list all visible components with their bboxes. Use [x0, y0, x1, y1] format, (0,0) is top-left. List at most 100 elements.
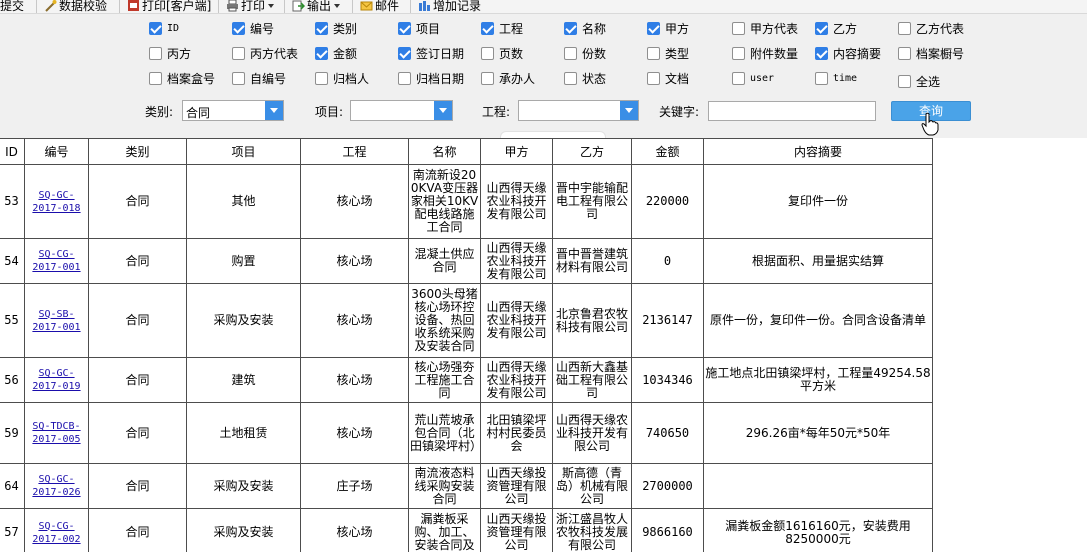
checkbox-box[interactable] — [647, 21, 660, 35]
code-link[interactable]: SQ-CG-2017-002 — [26, 520, 87, 546]
checkbox-box[interactable] — [398, 71, 411, 85]
export-button[interactable]: 输出 — [292, 0, 341, 13]
checkbox-box[interactable] — [898, 21, 911, 35]
print-button[interactable]: 打印 — [226, 0, 275, 13]
table-row[interactable]: 64 SQ-GC-2017-026 合同 采购及安装 庄子场 南流液态料线采购安装合同 山西… — [0, 463, 933, 509]
add-record-button[interactable]: 增加记录 — [418, 0, 481, 13]
pdf-icon — [128, 0, 139, 11]
checkbox-user[interactable]: user — [732, 70, 774, 86]
checkbox-id[interactable]: ID — [149, 20, 179, 36]
checkbox-box[interactable] — [315, 71, 328, 85]
checkbox-summary[interactable]: 内容摘要 — [815, 45, 881, 61]
checkbox-handler[interactable]: 承办人 — [481, 70, 535, 86]
code-link[interactable]: SQ-CG-2017-001 — [26, 248, 87, 274]
checkbox-document[interactable]: 文档 — [647, 70, 689, 86]
mail-button[interactable]: 邮件 — [360, 0, 399, 13]
checkbox-sign-date[interactable]: 签订日期 — [398, 45, 464, 61]
table-row[interactable]: 53 SQ-GC-2017-018 合同 其他 核心场 南流新设200KVA变压器家相关1… — [0, 164, 933, 239]
checkbox-box[interactable] — [815, 46, 828, 60]
checkbox-box[interactable] — [149, 46, 162, 60]
checkbox-box[interactable] — [481, 71, 494, 85]
checkbox-copies[interactable]: 份数 — [564, 45, 606, 61]
validate-button[interactable]: 数据校验 — [44, 0, 107, 13]
checkbox-pages[interactable]: 页数 — [481, 45, 523, 61]
column-header[interactable]: 项目 — [186, 138, 301, 165]
table-row[interactable]: 54 SQ-CG-2017-001 合同 购置 核心场 混凝土供应合同 山西得天缘农业科技开… — [0, 238, 933, 284]
column-header[interactable]: 金额 — [631, 138, 704, 165]
checkbox-box[interactable] — [232, 21, 245, 35]
checkbox-box[interactable] — [398, 21, 411, 35]
checkbox-box[interactable] — [564, 71, 577, 85]
checkbox-party-c-rep[interactable]: 丙方代表 — [232, 45, 298, 61]
checkbox-box[interactable] — [564, 21, 577, 35]
checkbox-box[interactable] — [315, 21, 328, 35]
checkbox-archiver[interactable]: 归档人 — [315, 70, 369, 86]
table-row[interactable]: 56 SQ-GC-2017-019 合同 建筑 核心场 核心场强夯工程施工合同 山西得天缘农… — [0, 357, 933, 403]
checkbox-self-code[interactable]: 自编号 — [232, 70, 286, 86]
checkbox-party-b-rep[interactable]: 乙方代表 — [898, 20, 964, 36]
print-client-button[interactable]: 打印[客户端] — [127, 0, 211, 13]
checkbox-cabinet-no[interactable]: 档案橱号 — [898, 45, 964, 61]
table-row[interactable]: 59 SQ-TDCB-2017-005 合同 土地租赁 核心场 荒山荒坡承包合同（北田镇梁… — [0, 402, 933, 464]
checkbox-category[interactable]: 类别 — [315, 20, 357, 36]
column-header[interactable]: 乙方 — [552, 138, 632, 165]
column-header[interactable]: 工程 — [300, 138, 409, 165]
column-header[interactable]: ID — [0, 138, 25, 165]
keyword-input[interactable] — [708, 101, 876, 121]
checkbox-box[interactable] — [815, 21, 828, 35]
checkbox-party-c[interactable]: 丙方 — [149, 45, 191, 61]
column-header[interactable]: 编号 — [24, 138, 89, 165]
checkbox-box[interactable] — [481, 46, 494, 60]
checkbox-box[interactable] — [898, 46, 911, 60]
column-header[interactable]: 甲方 — [480, 138, 553, 165]
submit-button[interactable]: 提交 — [0, 0, 24, 13]
category-select[interactable]: 合同 — [182, 100, 284, 121]
checkbox-type[interactable]: 类型 — [647, 45, 689, 61]
table-row[interactable]: 55 SQ-SB-2017-001 合同 采购及安装 核心场 3600头母猪核心场环控设备… — [0, 283, 933, 358]
code-link[interactable]: SQ-GC-2017-018 — [26, 189, 87, 215]
engineering-select[interactable] — [518, 100, 639, 121]
checkbox-label: 类别 — [333, 21, 358, 36]
checkbox-time[interactable]: time — [815, 70, 857, 86]
project-select[interactable] — [350, 100, 453, 121]
column-header[interactable]: 内容摘要 — [703, 138, 933, 165]
checkbox-select-all[interactable]: 全选 — [898, 73, 940, 89]
checkbox-amount[interactable]: 金额 — [315, 45, 357, 61]
checkbox-box[interactable] — [232, 46, 245, 60]
checkbox-party-b[interactable]: 乙方 — [815, 20, 857, 36]
checkbox-box[interactable] — [149, 21, 162, 35]
checkbox-box[interactable] — [898, 74, 911, 88]
checkbox-project[interactable]: 项目 — [398, 20, 440, 36]
checkbox-box[interactable] — [232, 71, 245, 85]
checkbox-box[interactable] — [149, 71, 162, 85]
checkbox-box[interactable] — [315, 46, 328, 60]
chevron-down-icon[interactable] — [265, 101, 283, 120]
checkbox-box[interactable] — [732, 21, 745, 35]
checkbox-engineering[interactable]: 工程 — [481, 20, 523, 36]
code-link[interactable]: SQ-SB-2017-001 — [26, 308, 87, 334]
column-header[interactable]: 类别 — [88, 138, 187, 165]
checkbox-attachments[interactable]: 附件数量 — [732, 45, 798, 61]
checkbox-box[interactable] — [815, 71, 828, 85]
checkbox-box[interactable] — [647, 71, 660, 85]
checkbox-box[interactable] — [732, 71, 745, 85]
checkbox-box[interactable] — [647, 46, 660, 60]
checkbox-box-no[interactable]: 档案盒号 — [149, 70, 215, 86]
checkbox-name[interactable]: 名称 — [564, 20, 606, 36]
checkbox-party-a[interactable]: 甲方 — [647, 20, 689, 36]
code-link[interactable]: SQ-TDCB-2017-005 — [26, 420, 87, 446]
checkbox-box[interactable] — [398, 46, 411, 60]
code-link[interactable]: SQ-GC-2017-019 — [26, 367, 87, 393]
chevron-down-icon[interactable] — [434, 101, 452, 120]
table-row[interactable]: 57 SQ-CG-2017-002 合同 采购及安装 核心场 漏粪板采购、加工、安装合同及… — [0, 508, 933, 552]
checkbox-box[interactable] — [564, 46, 577, 60]
checkbox-box[interactable] — [732, 46, 745, 60]
checkbox-code[interactable]: 编号 — [232, 20, 274, 36]
code-link[interactable]: SQ-GC-2017-026 — [26, 473, 87, 499]
checkbox-box[interactable] — [481, 21, 494, 35]
checkbox-archive-date[interactable]: 归档日期 — [398, 70, 464, 86]
chevron-down-icon[interactable] — [620, 101, 638, 120]
column-header[interactable]: 名称 — [408, 138, 481, 165]
checkbox-party-a-rep[interactable]: 甲方代表 — [732, 20, 798, 36]
checkbox-status[interactable]: 状态 — [564, 70, 606, 86]
